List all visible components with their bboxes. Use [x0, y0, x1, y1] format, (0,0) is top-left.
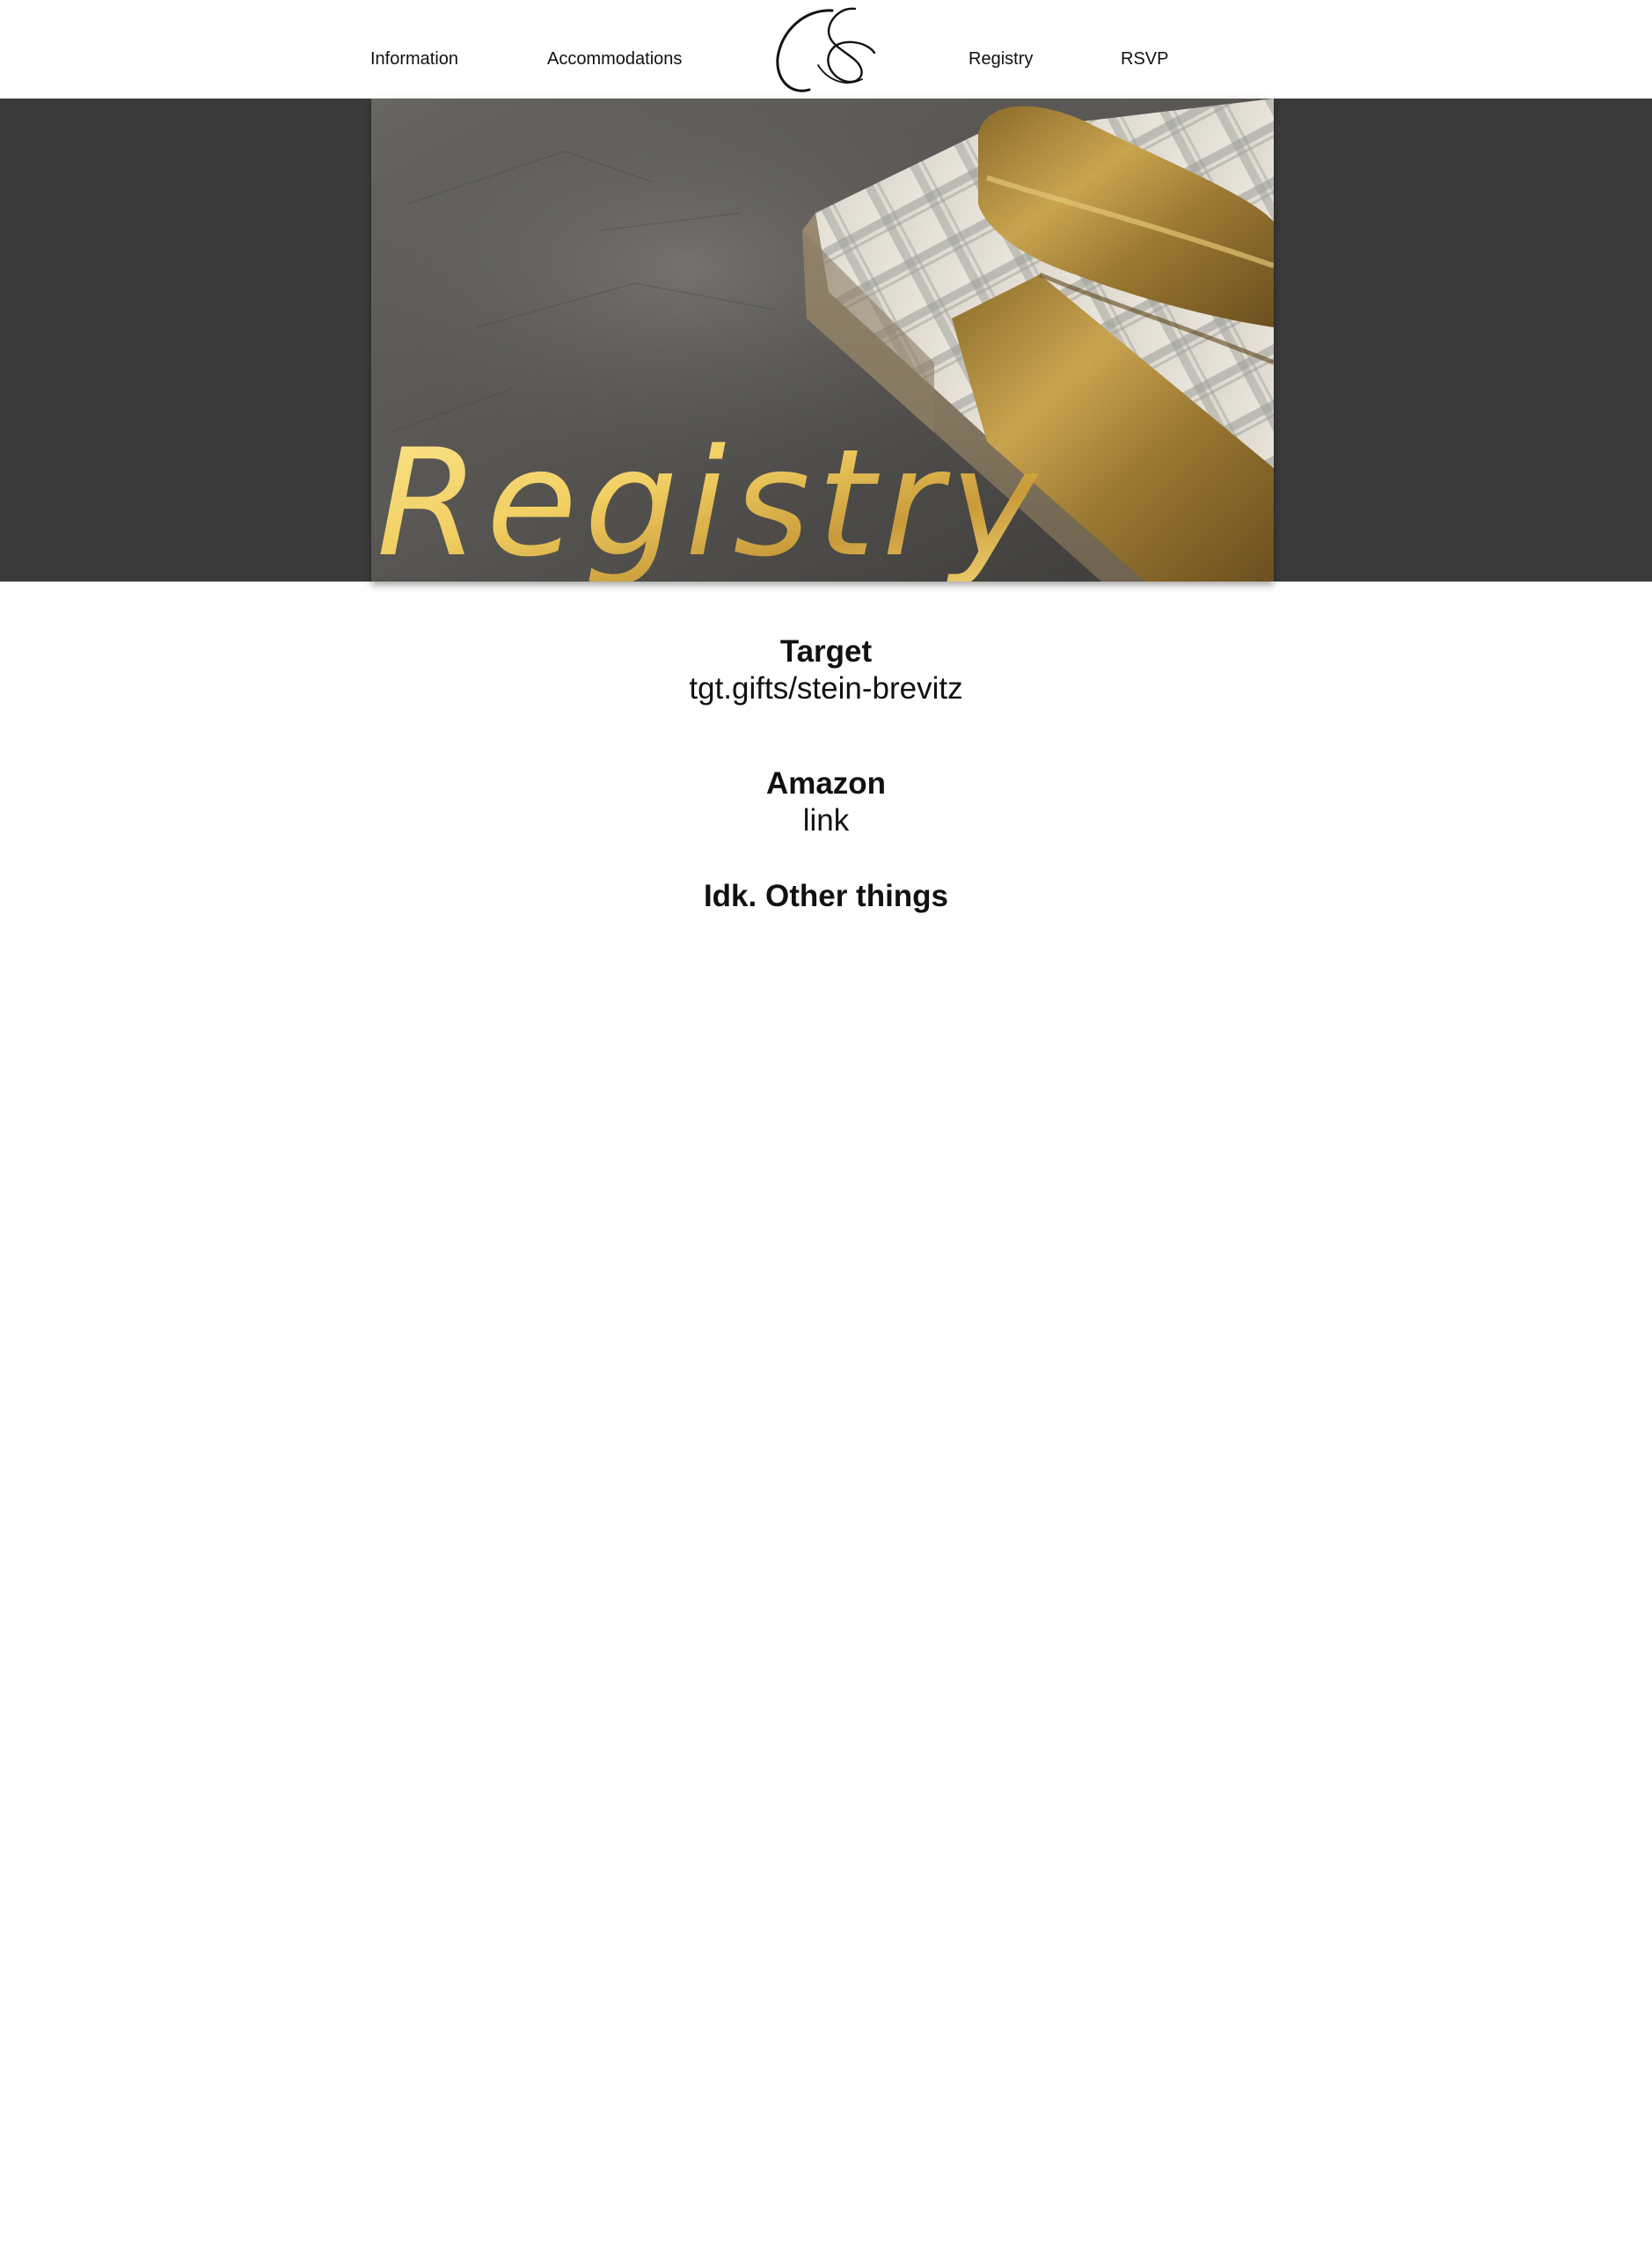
page: Information Accommodations Registry RSVP — [0, 0, 1652, 2247]
registry-link[interactable]: tgt.gifts/stein-brevitz — [689, 670, 962, 707]
registry-item-target: Target tgt.gifts/stein-brevitz — [0, 633, 1652, 707]
nav-information-link[interactable]: Information — [370, 48, 458, 70]
hero-title: Registry — [376, 417, 1044, 582]
ampersand-logo-icon[interactable] — [771, 4, 880, 95]
nav-registry-link[interactable]: Registry — [969, 48, 1033, 70]
hero-image: Registry — [371, 99, 1274, 582]
registry-item-other: Idk. Other things — [0, 878, 1652, 915]
nav-accommodations-link[interactable]: Accommodations — [547, 48, 682, 70]
site-header: Information Accommodations Registry RSVP — [0, 0, 1652, 99]
registry-name: Idk. Other things — [703, 879, 949, 913]
nav-rsvp-link[interactable]: RSVP — [1121, 48, 1168, 70]
registry-name: Amazon — [765, 766, 887, 801]
registry-link[interactable]: link — [803, 802, 850, 839]
registry-item-amazon: Amazon link — [0, 765, 1652, 839]
registry-name: Target — [779, 634, 873, 669]
